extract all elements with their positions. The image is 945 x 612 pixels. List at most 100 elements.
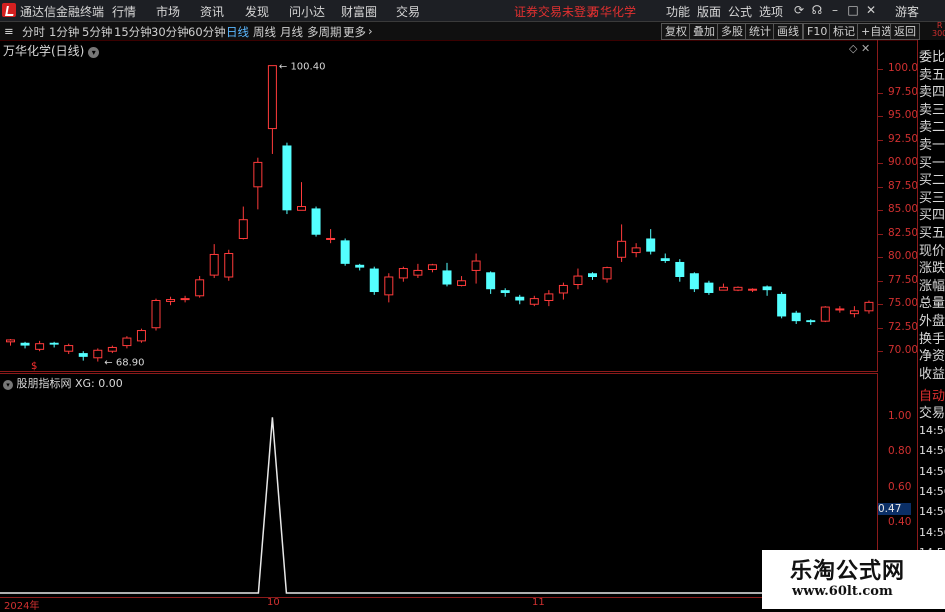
candle-body bbox=[384, 276, 394, 296]
dollar-marker: $ bbox=[31, 361, 37, 372]
candle-body bbox=[631, 247, 641, 254]
indicator-chart[interactable] bbox=[0, 373, 877, 598]
menu-layout[interactable]: 版面 bbox=[697, 3, 721, 20]
menu-quotes[interactable]: 行情 bbox=[112, 3, 136, 20]
minimize-icon[interactable]: – bbox=[826, 3, 844, 17]
chevron-right-icon[interactable]: › bbox=[368, 24, 373, 38]
candle-body bbox=[748, 288, 758, 291]
period-intraday[interactable]: 分时 bbox=[22, 24, 45, 40]
headset-icon[interactable]: ☊ bbox=[808, 3, 826, 17]
period-more[interactable]: 更多 bbox=[343, 24, 366, 40]
candle-body bbox=[762, 286, 772, 291]
window-controls: ⟳ ☊ – □ ✕ bbox=[790, 3, 880, 17]
tool-stats[interactable]: 统计 bbox=[745, 23, 775, 40]
candle-body bbox=[122, 337, 132, 347]
menu-market[interactable]: 市场 bbox=[156, 3, 180, 20]
panel-label: 总量 bbox=[919, 296, 945, 312]
date-axis: 2024年 10 11 bbox=[0, 597, 877, 612]
price-tick: 90.00 bbox=[888, 156, 919, 169]
candle-body bbox=[457, 280, 467, 286]
panel-label: 外盘 bbox=[919, 314, 945, 329]
candle-body bbox=[209, 253, 219, 276]
menu-formula[interactable]: 公式 bbox=[728, 3, 752, 20]
panel-label: 委比 bbox=[919, 50, 945, 65]
panel-label: 买一 bbox=[919, 155, 945, 171]
candle-body bbox=[573, 275, 583, 286]
period-weekly[interactable]: 周线 bbox=[253, 24, 276, 40]
chevron-down-icon[interactable]: ▾ bbox=[88, 47, 100, 58]
period-monthly[interactable]: 月线 bbox=[280, 24, 303, 40]
price-tick-mark bbox=[878, 351, 883, 353]
indicator-name: 股朋指标网 bbox=[16, 377, 72, 390]
price-tick-mark bbox=[878, 280, 883, 282]
login-notice[interactable]: 证券交易未登录 bbox=[514, 3, 598, 20]
low-price-label: ← 68.90 bbox=[104, 358, 144, 369]
candle-body bbox=[78, 353, 88, 357]
indicator-toggle-icon[interactable]: ▾ bbox=[3, 380, 13, 390]
maximize-icon[interactable]: □ bbox=[844, 3, 862, 17]
tool-overlay[interactable]: 叠加 bbox=[689, 23, 719, 40]
price-tick-mark bbox=[878, 304, 883, 306]
watermark-url: www.60lt.com bbox=[792, 584, 893, 599]
candle-body bbox=[558, 284, 568, 294]
panel-label: 买五 bbox=[919, 226, 945, 241]
indicator-value: XG: 0.00 bbox=[75, 377, 123, 390]
menu-news[interactable]: 资讯 bbox=[200, 3, 224, 20]
close-icon[interactable]: ✕ bbox=[862, 3, 880, 17]
period-multi[interactable]: 多周期 bbox=[307, 24, 342, 40]
period-30min[interactable]: 30分钟 bbox=[151, 24, 189, 40]
menu-discover[interactable]: 发现 bbox=[245, 3, 269, 20]
tool-mark[interactable]: 标记 bbox=[829, 23, 859, 40]
tool-multi-stock[interactable]: 多股 bbox=[717, 23, 747, 40]
menu-options[interactable]: 选项 bbox=[759, 3, 783, 20]
panel-label: 买四 bbox=[919, 208, 945, 224]
menu-function[interactable]: 功能 bbox=[666, 3, 690, 20]
diamond-icon[interactable]: ◇ bbox=[849, 42, 857, 55]
price-tick: 75.00 bbox=[888, 297, 919, 310]
price-tick-mark bbox=[878, 139, 883, 141]
price-tick-mark bbox=[878, 210, 883, 212]
refresh-icon[interactable]: ⟳ bbox=[790, 3, 808, 17]
candle-body bbox=[733, 286, 743, 291]
candle-body bbox=[486, 272, 496, 290]
period-5min[interactable]: 5分钟 bbox=[82, 24, 112, 40]
tool-f10[interactable]: F10 bbox=[803, 23, 832, 40]
price-tick-mark bbox=[878, 92, 883, 94]
panel-label: 买二 bbox=[919, 173, 945, 189]
period-15min[interactable]: 15分钟 bbox=[114, 24, 152, 40]
guest-label[interactable]: 游客 bbox=[895, 3, 919, 20]
candle-body bbox=[544, 293, 554, 301]
candle-body bbox=[675, 261, 685, 277]
candle-body bbox=[849, 310, 859, 315]
close-chart-icon[interactable]: ✕ bbox=[861, 42, 870, 55]
menu-assistant[interactable]: 问小达 bbox=[289, 3, 325, 20]
chart-title: 万华化学(日线) ▾ bbox=[3, 42, 100, 59]
menu-trade[interactable]: 交易 bbox=[396, 3, 420, 20]
tool-back[interactable]: 返回 bbox=[890, 23, 920, 40]
date-label-oct: 10 bbox=[267, 597, 280, 608]
period-daily[interactable]: 日线 bbox=[226, 24, 249, 40]
tool-draw[interactable]: 画线 bbox=[773, 23, 803, 40]
period-1min[interactable]: 1分钟 bbox=[49, 24, 79, 40]
candle-body bbox=[864, 301, 874, 312]
candle-body bbox=[195, 279, 205, 297]
menu-wealth[interactable]: 财富圈 bbox=[341, 3, 377, 20]
kline-chart[interactable]: ← 100.40 ← 68.90 $ bbox=[0, 40, 877, 372]
tool-adjust[interactable]: 复权 bbox=[661, 23, 691, 40]
candle-body bbox=[660, 258, 670, 262]
candle-body bbox=[369, 268, 379, 293]
quote-labels: 委比 卖五 卖四 卖三 卖二 卖一 买一 买二 买三 买四 买五 现价 涨跌 涨幅 总量 外盘 换手 净资 收益 自动… bbox=[917, 40, 945, 609]
candle-body bbox=[471, 260, 481, 271]
candle-body bbox=[704, 282, 714, 293]
toolbar-menu-icon[interactable]: ≡ bbox=[4, 24, 14, 38]
candle-body bbox=[355, 264, 365, 268]
period-60min[interactable]: 60分钟 bbox=[188, 24, 226, 40]
candle-body bbox=[340, 240, 350, 264]
indicator-tick: 0.60 bbox=[888, 480, 912, 493]
panel-time: 14:56 bbox=[919, 505, 945, 519]
panel-label: 卖四 bbox=[919, 85, 945, 101]
panel-label: 收益 bbox=[919, 366, 945, 382]
candle-body bbox=[529, 298, 539, 305]
panel-trade[interactable]: 交易 bbox=[919, 402, 945, 421]
price-tick-mark bbox=[878, 233, 883, 235]
